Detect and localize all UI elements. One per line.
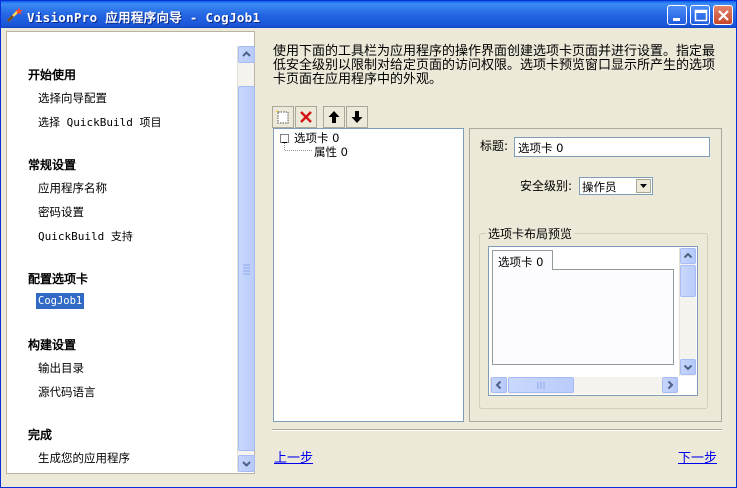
arrow-down-icon [683, 364, 693, 371]
next-link[interactable]: 下一步 [678, 447, 717, 466]
nav-item-quickbuild-support[interactable]: QuickBuild 支持 [38, 228, 133, 244]
title-input[interactable]: 选项卡 0 [514, 137, 710, 157]
preview-scroll-right-button[interactable] [662, 377, 678, 393]
preview-tab-page [492, 269, 674, 365]
arrow-up-icon [242, 51, 251, 57]
preview-vscroll[interactable] [679, 248, 696, 376]
scroll-up-button[interactable] [238, 46, 255, 63]
preview-scroll-up-button[interactable] [680, 248, 696, 264]
minimize-icon [673, 18, 680, 21]
nav-scrollbar[interactable] [237, 46, 255, 472]
preview-hscroll-thumb[interactable] [508, 377, 574, 393]
magic-wand-icon [7, 7, 23, 22]
maximize-icon [694, 9, 708, 22]
new-tab-icon [276, 110, 289, 124]
close-button[interactable] [713, 5, 733, 25]
arrow-left-icon [495, 380, 502, 390]
nav-heading-finish: 完成 [28, 428, 53, 442]
tab-tree[interactable]: 选项卡 0 属性 0 [273, 128, 464, 422]
nav-heading-getting-started: 开始使用 [28, 68, 77, 82]
title-bar[interactable]: VisionPro 应用程序向导 - CogJob1 [1, 1, 736, 28]
tree-collapse-toggle[interactable] [280, 134, 289, 143]
chevron-down-icon [640, 184, 647, 188]
grip-icon [537, 382, 545, 389]
back-link[interactable]: 上一步 [274, 447, 313, 466]
nav-item-output-dir[interactable]: 输出目录 [38, 360, 84, 376]
scroll-thumb[interactable] [238, 86, 255, 451]
window-title: VisionPro 应用程序向导 - CogJob1 [27, 10, 261, 25]
preview-vscroll-thumb[interactable] [680, 265, 696, 297]
arrow-up-icon [683, 252, 693, 259]
nav-item-app-name[interactable]: 应用程序名称 [38, 180, 107, 196]
move-down-icon [351, 111, 363, 123]
move-up-button[interactable] [323, 106, 345, 128]
nav-item-cogjob1[interactable]: CogJob1 [36, 293, 85, 309]
move-down-button[interactable] [346, 106, 368, 128]
close-icon [718, 10, 729, 21]
nav-item-select-wizard-config[interactable]: 选择向导配置 [38, 90, 107, 106]
new-tab-button[interactable] [272, 106, 294, 128]
security-level-label: 安全级别: [520, 179, 573, 193]
preview-hscroll[interactable] [490, 377, 678, 394]
preview-scroll-left-button[interactable] [491, 377, 507, 393]
maximize-button[interactable] [690, 5, 710, 25]
preview-tab-header[interactable]: 选项卡 0 [492, 250, 553, 270]
wizard-window: VisionPro 应用程序向导 - CogJob1 开始使用 选择向导配置 选… [0, 0, 737, 488]
tree-node-prop0[interactable]: 属性 0 [314, 144, 348, 160]
minimize-button[interactable] [667, 5, 687, 25]
delete-icon [300, 111, 312, 123]
arrow-right-icon [667, 380, 674, 390]
nav-item-select-quickbuild-project[interactable]: 选择 QuickBuild 项目 [38, 114, 161, 130]
preview-group-title: 选项卡布局预览 [486, 225, 575, 242]
nav-heading-configure-tabs: 配置选项卡 [28, 272, 89, 286]
scroll-down-button[interactable] [238, 455, 255, 472]
footer-divider [272, 429, 722, 431]
nav-heading-build-settings: 构建设置 [28, 338, 77, 352]
delete-tab-button[interactable] [295, 106, 317, 128]
tab-layout-preview: 选项卡 0 [488, 246, 698, 396]
arrow-down-icon [242, 461, 251, 467]
dropdown-button[interactable] [636, 179, 651, 193]
security-level-value: 操作员 [582, 180, 617, 194]
nav-pane: 开始使用 选择向导配置 选择 QuickBuild 项目 常规设置 应用程序名称… [6, 31, 255, 474]
nav-heading-general-settings: 常规设置 [28, 158, 77, 172]
move-up-icon [328, 111, 340, 123]
security-level-select[interactable]: 操作员 [579, 177, 653, 195]
page-description: 使用下面的工具栏为应用程序的操作界面创建选项卡页面并进行设置。指定最低安全级别以… [273, 44, 716, 87]
grip-icon [243, 264, 250, 275]
nav-item-password-settings[interactable]: 密码设置 [38, 204, 84, 220]
content-pane: 使用下面的工具栏为应用程序的操作界面创建选项卡页面并进行设置。指定最低安全级别以… [263, 31, 733, 474]
nav-item-generate-app[interactable]: 生成您的应用程序 [38, 450, 130, 466]
nav-item-source-language[interactable]: 源代码语言 [38, 384, 96, 400]
title-label: 标题: [480, 139, 509, 153]
preview-scroll-down-button[interactable] [680, 359, 696, 375]
property-panel: 标题: 选项卡 0 安全级别: 操作员 选项卡布局预览 选项卡 0 [469, 128, 722, 422]
